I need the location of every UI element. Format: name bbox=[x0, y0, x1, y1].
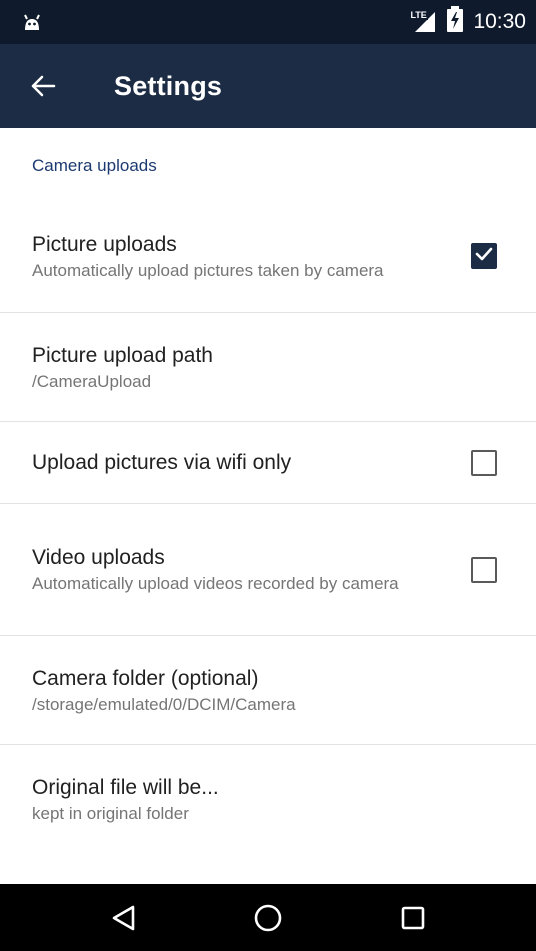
pref-original-file[interactable]: Original file will be... kept in origina… bbox=[0, 745, 536, 853]
pref-title: Video uploads bbox=[32, 546, 165, 569]
back-triangle-icon bbox=[110, 904, 136, 932]
pref-upload-wifi-only[interactable]: Upload pictures via wifi only bbox=[0, 422, 536, 503]
pref-video-uploads[interactable]: Video uploads Automatically upload video… bbox=[0, 504, 536, 635]
pref-summary: Automatically upload videos recorded by … bbox=[32, 574, 399, 593]
arrow-left-icon bbox=[30, 75, 56, 97]
picture-uploads-checkbox[interactable] bbox=[471, 243, 497, 269]
pref-summary: kept in original folder bbox=[32, 803, 189, 823]
section-header-camera-uploads: Camera uploads bbox=[32, 156, 157, 175]
nav-recents-button[interactable] bbox=[373, 884, 453, 951]
pref-summary: Automatically upload pictures taken by c… bbox=[32, 260, 384, 280]
pref-summary: /CameraUpload bbox=[32, 371, 152, 391]
pref-title: Camera folder (optional) bbox=[32, 666, 259, 690]
page-title: Settings bbox=[114, 70, 223, 101]
pref-title: Original file will be... bbox=[32, 775, 219, 799]
wifi-only-checkbox[interactable] bbox=[471, 449, 497, 476]
lte-signal-icon: LTE bbox=[409, 10, 437, 34]
pref-picture-upload-path[interactable]: Picture upload path /CameraUpload bbox=[0, 313, 536, 421]
pref-camera-folder[interactable]: Camera folder (optional) /storage/emulat… bbox=[0, 636, 536, 744]
pref-title: Picture upload path bbox=[32, 343, 213, 367]
nav-home-button[interactable] bbox=[228, 884, 308, 951]
navigation-bar bbox=[0, 884, 536, 951]
status-time: 10:30 bbox=[473, 10, 526, 33]
pref-summary: /storage/emulated/0/DCIM/Camera bbox=[32, 694, 296, 714]
pref-title: Picture uploads bbox=[32, 232, 177, 256]
android-icon bbox=[22, 13, 42, 31]
back-button[interactable] bbox=[0, 44, 86, 128]
pref-title: Upload pictures via wifi only bbox=[32, 450, 292, 474]
pref-picture-uploads[interactable]: Picture uploads Automatically upload pic… bbox=[0, 200, 536, 312]
status-bar: LTE 10:30 bbox=[0, 0, 536, 44]
recents-square-icon bbox=[400, 905, 426, 931]
battery-charging-icon bbox=[447, 6, 464, 38]
checkmark-icon bbox=[475, 247, 493, 266]
settings-list: Camera uploads Picture uploads Automatic… bbox=[0, 128, 536, 884]
video-uploads-checkbox[interactable] bbox=[471, 556, 497, 583]
home-circle-icon bbox=[253, 903, 283, 933]
nav-back-button[interactable] bbox=[83, 884, 163, 951]
lte-label: LTE bbox=[409, 10, 428, 20]
app-bar: Settings bbox=[0, 44, 536, 128]
